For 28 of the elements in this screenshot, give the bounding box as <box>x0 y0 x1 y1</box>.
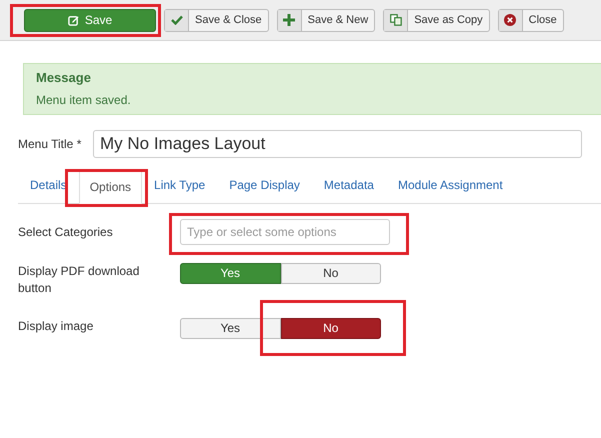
toolbar-button[interactable]: Save & Close <box>164 8 269 32</box>
cancel-icon <box>504 14 516 26</box>
tab[interactable]: Link Type <box>142 170 218 203</box>
toggle-option[interactable]: Yes <box>180 318 280 338</box>
edit-icon <box>68 14 79 26</box>
toolbar-button[interactable]: Save & New <box>276 8 376 32</box>
category-select[interactable]: Type or select some options <box>180 219 390 245</box>
toggle-option[interactable]: No <box>280 318 381 338</box>
toolbar-button[interactable]: Save as Copy <box>383 8 490 32</box>
field-label: Select Categories <box>18 224 114 240</box>
tab[interactable]: Module Assignment <box>386 170 515 203</box>
field-label: Menu Title * <box>18 136 82 153</box>
copy-icon <box>390 14 402 26</box>
toggle-option[interactable]: No <box>280 262 381 284</box>
save-button[interactable]: Save <box>24 8 156 32</box>
field-label: Display image <box>18 318 94 335</box>
menu-title-input[interactable]: My No Images Layout <box>93 130 582 158</box>
message-heading: Message <box>36 70 92 86</box>
toolbar-button[interactable]: Close <box>498 8 564 32</box>
plus-icon <box>283 14 296 26</box>
tab[interactable]: Page Display <box>217 170 312 203</box>
tab[interactable]: Details <box>18 170 79 203</box>
tab[interactable]: Metadata <box>312 170 386 203</box>
tab[interactable]: Options <box>78 171 142 204</box>
field-label: Display PDF download button <box>18 263 140 297</box>
message-text: Menu item saved. <box>36 92 132 108</box>
toggle-option[interactable]: Yes <box>180 262 280 284</box>
check-icon <box>170 15 182 25</box>
